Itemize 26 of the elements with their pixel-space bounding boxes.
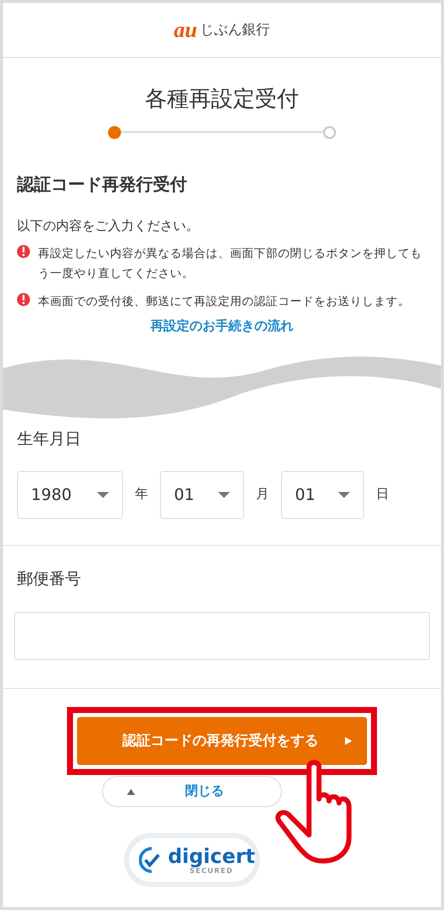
select-field[interactable]: 01: [281, 471, 364, 519]
alert-icon: [17, 293, 30, 306]
alert-icon: [17, 245, 30, 258]
select-field[interactable]: 01: [160, 471, 244, 519]
play-arrow-icon: [344, 737, 352, 745]
seal-brand: digicert: [168, 846, 255, 866]
note-text: 本画面での受付後、郵送にて再設定用の認証コードをお送りします。: [38, 293, 410, 310]
select-field[interactable]: 1980: [17, 471, 123, 519]
unit-label: 日: [376, 486, 389, 504]
close-button[interactable]: 閉じる: [102, 776, 282, 807]
dropdown-caret-icon: [338, 492, 350, 498]
unit-label: 年: [135, 486, 148, 504]
page-title: 各種再設定受付: [145, 86, 299, 114]
up-triangle-icon: [127, 788, 135, 794]
intro-text: 以下の内容をご入力ください。: [17, 218, 200, 236]
note-text: 再設定したい内容が異なる場合は、画面下部の閉じるボタンを押してもう一度やり直してください。: [38, 245, 423, 282]
unit-label: 月: [256, 486, 269, 504]
dropdown-caret-icon: [218, 492, 230, 498]
dropdown-caret-icon: [97, 492, 109, 498]
postal-code-input[interactable]: [14, 612, 430, 660]
section-title: 認証コード再発行受付: [17, 174, 188, 197]
logo-mark: au: [174, 19, 198, 41]
flow-link[interactable]: 再設定のお手続きの流れ: [150, 317, 294, 337]
field-label: 生年月日: [17, 428, 82, 450]
field-label: 郵便番号: [16, 568, 82, 590]
logo-text: じぶん銀行: [200, 20, 270, 40]
